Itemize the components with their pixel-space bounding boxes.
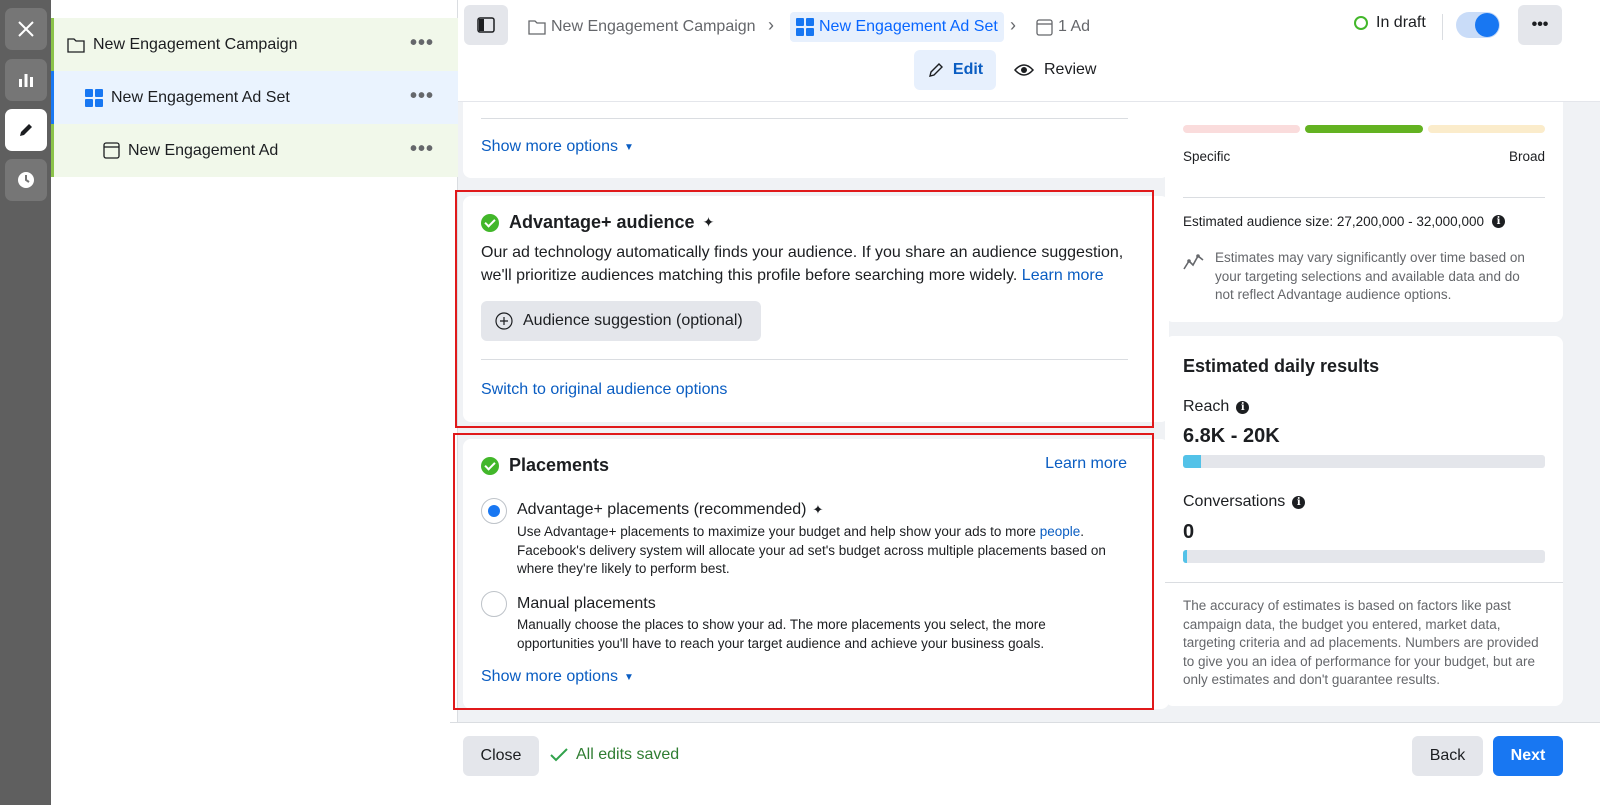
info-icon[interactable]: i xyxy=(1292,495,1306,509)
conversations-progress-fill xyxy=(1183,550,1187,563)
audience-definition-card: Specific Broad Estimated audience size: … xyxy=(1165,102,1563,322)
breadcrumb-adset[interactable]: New Engagement Ad Set xyxy=(790,12,1004,42)
highlight-box xyxy=(455,190,1154,428)
breadcrumb-ad-label: 1 Ad xyxy=(1058,18,1091,35)
bar-chart-icon xyxy=(19,74,33,87)
toggle-panel-button[interactable] xyxy=(464,5,508,45)
tree-item-ad[interactable]: New Engagement Ad ••• xyxy=(51,124,458,177)
tree-item-label: New Engagement Campaign xyxy=(93,35,298,53)
folder-icon xyxy=(528,20,546,35)
trend-icon xyxy=(1183,254,1204,270)
info-icon[interactable]: i xyxy=(1491,215,1505,228)
top-bar: New Engagement Campaign › New Engagement… xyxy=(458,0,1600,102)
close-rail-button[interactable] xyxy=(5,8,47,50)
more-options-icon: ••• xyxy=(1531,16,1549,33)
divider xyxy=(1442,14,1443,40)
review-mode-button[interactable]: Review xyxy=(1014,50,1104,90)
save-status-label: All edits saved xyxy=(576,746,680,763)
specific-label: Specific xyxy=(1183,149,1231,164)
folder-icon xyxy=(67,37,85,53)
review-label: Review xyxy=(1044,61,1097,78)
status-ring-icon xyxy=(1354,16,1368,30)
tree-item-campaign[interactable]: New Engagement Campaign ••• xyxy=(51,18,458,71)
targeting-card: Show more options ▼ xyxy=(463,102,1169,178)
breadcrumb-campaign-label: New Engagement Campaign xyxy=(551,18,756,35)
conversations-label: Conversations xyxy=(1183,493,1286,510)
clock-icon xyxy=(18,172,34,188)
conversations-value: 0 xyxy=(1183,521,1195,543)
grid-icon xyxy=(85,88,103,107)
tree-item-adset[interactable]: New Engagement Ad Set ••• xyxy=(51,71,458,124)
tree-item-indicator xyxy=(51,18,54,71)
tree-item-indicator xyxy=(51,71,54,124)
meter-broad-segment xyxy=(1428,125,1545,133)
broad-label: Broad xyxy=(1508,149,1545,164)
breadcrumb-ad[interactable]: 1 Ad xyxy=(1036,12,1090,42)
checkmark-icon xyxy=(550,748,568,762)
ad-frame-icon xyxy=(103,142,120,159)
divider xyxy=(1165,582,1563,583)
highlight-box xyxy=(453,433,1154,710)
edit-label: Edit xyxy=(952,61,984,78)
more-menu-button[interactable]: ••• xyxy=(1518,5,1562,45)
meter-specific-segment xyxy=(1183,125,1300,133)
breadcrumb-adset-label: New Engagement Ad Set xyxy=(819,18,998,35)
edit-mode-button[interactable]: Edit xyxy=(914,50,996,90)
draft-toggle[interactable] xyxy=(1456,12,1500,38)
tree-item-label: New Engagement Ad xyxy=(128,141,279,159)
chevron-right-icon: › xyxy=(768,15,774,35)
sidebar-toggle-icon xyxy=(477,17,495,33)
more-options-icon[interactable]: ••• xyxy=(410,33,434,53)
audience-size-row: Estimated audience size: 27,200,000 - 32… xyxy=(1183,214,1505,229)
reach-progress-fill xyxy=(1183,455,1201,468)
tree-item-indicator xyxy=(51,124,54,177)
close-icon xyxy=(18,21,34,37)
reach-label: Reach xyxy=(1183,398,1230,415)
caret-down-icon: ▼ xyxy=(623,141,634,153)
reach-label-row: Reach i xyxy=(1183,398,1250,416)
conversations-label-row: Conversations i xyxy=(1183,493,1306,511)
footer-bar: Close All edits saved Back Next xyxy=(450,722,1600,805)
daily-results-title: Estimated daily results xyxy=(1183,356,1380,376)
breadcrumb-campaign[interactable]: New Engagement Campaign xyxy=(528,12,756,42)
history-rail-button[interactable] xyxy=(5,159,47,201)
status-label: In draft xyxy=(1376,14,1426,31)
toggle-knob xyxy=(1475,13,1499,37)
next-label: Next xyxy=(1510,747,1546,764)
reports-rail-button[interactable] xyxy=(5,59,47,101)
conversations-progress-bar xyxy=(1183,550,1545,563)
close-button[interactable]: Close xyxy=(463,736,539,776)
show-more-options-link[interactable]: Show more options ▼ xyxy=(481,138,634,156)
more-options-icon[interactable]: ••• xyxy=(410,139,434,159)
reach-value: 6.8K - 20K xyxy=(1183,425,1280,447)
audience-size-label: Estimated audience size: 27,200,000 - 32… xyxy=(1183,214,1484,229)
divider xyxy=(481,118,1128,119)
close-label: Close xyxy=(480,747,522,764)
edit-rail-button[interactable] xyxy=(5,109,47,151)
pencil-icon xyxy=(928,63,943,77)
left-rail xyxy=(0,0,51,805)
save-status: All edits saved xyxy=(550,746,679,764)
info-icon[interactable]: i xyxy=(1236,400,1250,414)
show-more-label: Show more options xyxy=(481,138,618,155)
ad-frame-icon xyxy=(1036,18,1053,36)
accuracy-note: The accuracy of estimates is based on fa… xyxy=(1183,598,1539,687)
chevron-right-icon: › xyxy=(1010,15,1016,35)
reach-progress-bar xyxy=(1183,455,1545,468)
estimate-note: Estimates may vary significantly over ti… xyxy=(1215,250,1525,302)
back-label: Back xyxy=(1429,747,1466,764)
back-button[interactable]: Back xyxy=(1412,736,1483,776)
meter-defined-segment xyxy=(1305,125,1423,133)
divider xyxy=(1183,197,1545,198)
daily-results-card: Estimated daily results Reach i 6.8K - 2… xyxy=(1165,336,1563,706)
eye-icon xyxy=(1014,64,1034,76)
draft-status: In draft xyxy=(1354,14,1426,32)
campaign-tree: New Engagement Campaign ••• New Engageme… xyxy=(51,0,458,805)
grid-icon xyxy=(796,18,814,36)
pencil-icon xyxy=(20,124,32,136)
next-button[interactable]: Next xyxy=(1493,736,1563,776)
more-options-icon[interactable]: ••• xyxy=(410,86,434,106)
tree-item-label: New Engagement Ad Set xyxy=(111,88,290,106)
